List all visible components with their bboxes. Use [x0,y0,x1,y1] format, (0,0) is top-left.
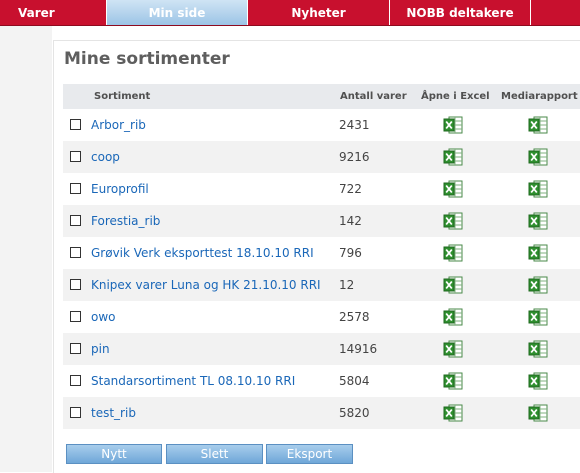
excel-icon[interactable] [443,372,463,390]
item-count: 2431 [339,118,370,132]
row-checkbox[interactable] [70,183,81,194]
excel-icon[interactable] [443,308,463,326]
item-count: 5820 [339,406,370,420]
row-checkbox[interactable] [70,407,81,418]
nav-tab-nobb-deltakere[interactable]: NOBB deltakere [390,0,531,25]
excel-icon[interactable] [443,404,463,422]
mediarapport-excel-icon[interactable] [528,308,548,326]
row-checkbox[interactable] [70,279,81,290]
table-row: coop 9216 [63,141,580,173]
item-count: 5804 [339,374,370,388]
excel-icon[interactable] [443,180,463,198]
row-checkbox[interactable] [70,151,81,162]
table-row: owo 2578 [63,301,580,333]
table-header: Sortiment Antall varer Åpne i Excel Medi… [63,84,580,109]
sortiment-link[interactable]: owo [91,301,116,333]
sortiment-link[interactable]: Standarsortiment TL 08.10.10 RRI [91,365,295,397]
nav-tab-min-side[interactable]: Min side [107,0,248,25]
mediarapport-excel-icon[interactable] [528,372,548,390]
mediarapport-excel-icon[interactable] [528,404,548,422]
column-header-excel: Åpne i Excel [421,91,490,102]
item-count: 2578 [339,310,370,324]
content-panel: Mine sortimenter Sortiment Antall varer … [53,40,580,473]
item-count: 12 [339,278,355,292]
row-checkbox[interactable] [70,119,81,130]
left-sidebar-background [0,26,52,472]
column-header-antall-varer: Antall varer [340,91,407,102]
table-row: Forestia_rib 142 [63,205,580,237]
item-count: 722 [339,182,362,196]
table-row: test_rib 5820 [63,397,580,429]
mediarapport-excel-icon[interactable] [528,180,548,198]
sortiment-link[interactable]: Grøvik Verk eksporttest 18.10.10 RRI [91,237,314,269]
table-row: Europrofil 722 [63,173,580,205]
mediarapport-excel-icon[interactable] [528,340,548,358]
row-checkbox[interactable] [70,215,81,226]
table-row: Standarsortiment TL 08.10.10 RRI 5804 [63,365,580,397]
item-count: 796 [339,246,362,260]
top-navigation: Varer Min side Nyheter NOBB deltakere [0,0,580,26]
row-checkbox[interactable] [70,375,81,386]
excel-icon[interactable] [443,116,463,134]
export-button[interactable]: Eksport [266,444,353,464]
item-count: 9216 [339,150,370,164]
excel-icon[interactable] [443,276,463,294]
table-row: Knipex varer Luna og HK 21.10.10 RRI 12 [63,269,580,301]
table-row: Arbor_rib 2431 [63,109,580,141]
row-checkbox[interactable] [70,343,81,354]
excel-icon[interactable] [443,244,463,262]
mediarapport-excel-icon[interactable] [528,116,548,134]
sortiment-link[interactable]: coop [91,141,120,173]
row-checkbox[interactable] [70,311,81,322]
mediarapport-excel-icon[interactable] [528,244,548,262]
sortiment-link[interactable]: Arbor_rib [91,109,146,141]
delete-button[interactable]: Slett [166,444,263,464]
excel-icon[interactable] [443,148,463,166]
new-button[interactable]: Nytt [66,444,162,464]
column-header-sortiment: Sortiment [94,91,151,102]
mediarapport-excel-icon[interactable] [528,276,548,294]
sortiment-link[interactable]: Knipex varer Luna og HK 21.10.10 RRI [91,269,321,301]
excel-icon[interactable] [443,212,463,230]
sortiment-link[interactable]: pin [91,333,110,365]
item-count: 142 [339,214,362,228]
item-count: 14916 [339,342,378,356]
sortiment-link[interactable]: Forestia_rib [91,205,160,237]
row-checkbox[interactable] [70,247,81,258]
mediarapport-excel-icon[interactable] [528,148,548,166]
column-header-mediarapport: Mediarapport [501,91,578,102]
page-title: Mine sortimenter [64,49,230,69]
sortiment-link[interactable]: test_rib [91,397,136,429]
table-row: Grøvik Verk eksporttest 18.10.10 RRI 796 [63,237,580,269]
table-row: pin 14916 [63,333,580,365]
nav-tab-varer[interactable]: Varer [0,0,107,25]
mediarapport-excel-icon[interactable] [528,212,548,230]
nav-tab-nyheter[interactable]: Nyheter [248,0,390,25]
excel-icon[interactable] [443,340,463,358]
sortiment-link[interactable]: Europrofil [91,173,149,205]
